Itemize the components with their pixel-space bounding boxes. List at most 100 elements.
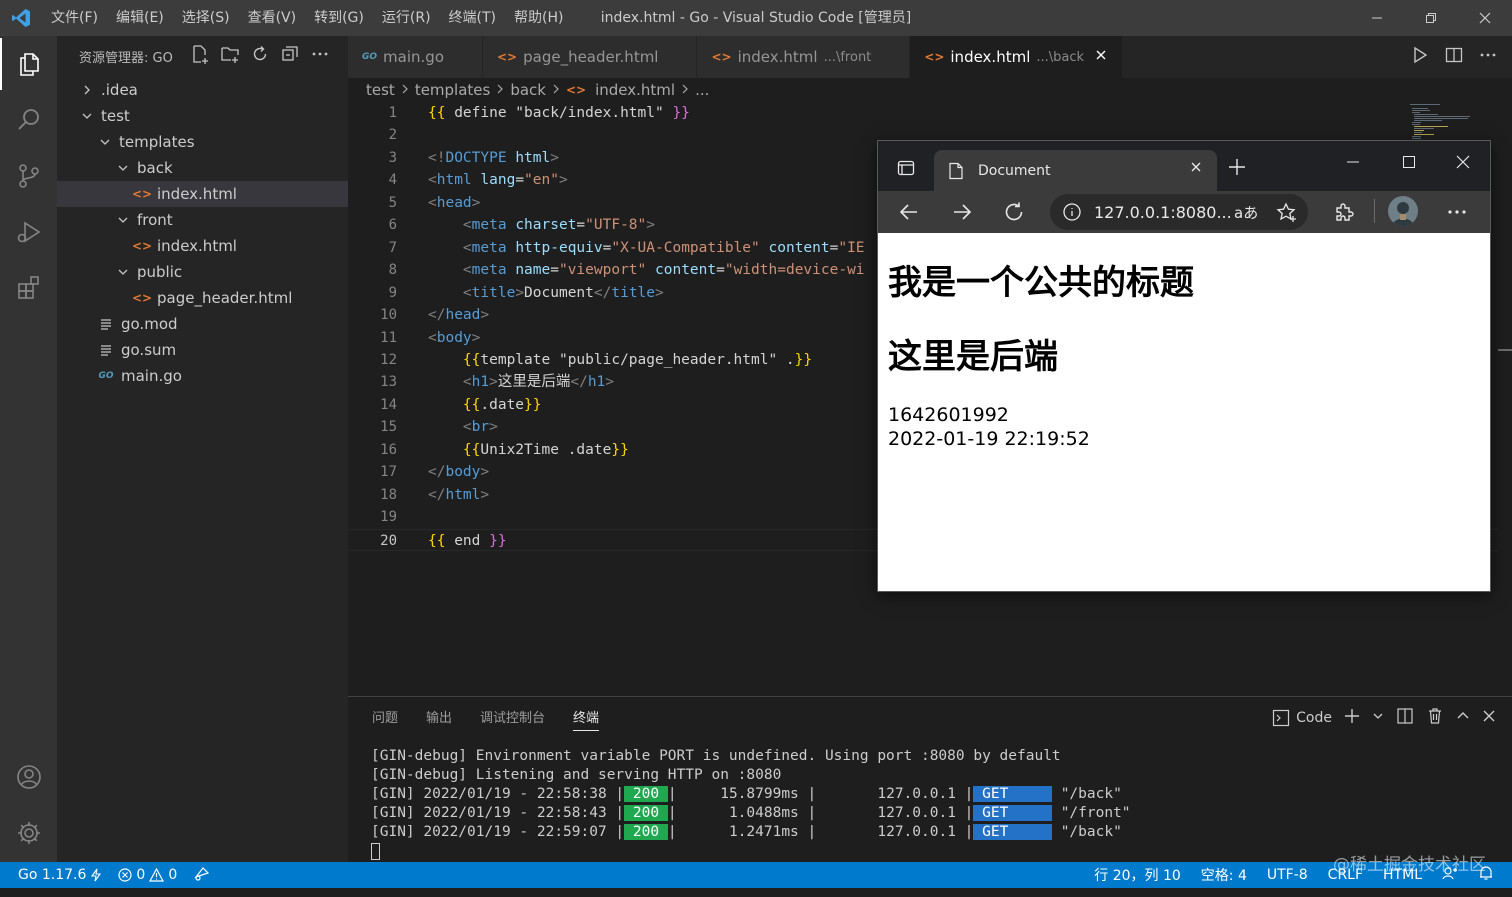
code-text: {{Unix2Time .date}} bbox=[428, 439, 629, 461]
code-token: {{ bbox=[428, 532, 446, 549]
tree-item[interactable]: templates bbox=[57, 129, 348, 155]
explorer-icon[interactable] bbox=[0, 38, 57, 90]
new-terminal-icon[interactable] bbox=[1344, 708, 1360, 728]
forward-arrow-icon[interactable] bbox=[951, 201, 973, 227]
menu-item[interactable]: 终端(T) bbox=[440, 0, 505, 36]
new-file-icon[interactable] bbox=[190, 44, 210, 68]
read-aloud-icon[interactable]: aあ bbox=[1234, 202, 1258, 223]
panel-tab[interactable]: 调试控制台 bbox=[480, 707, 545, 731]
source-control-icon[interactable] bbox=[0, 150, 57, 202]
panel-tab[interactable]: 输出 bbox=[426, 707, 452, 731]
editor-tab[interactable]: <> index.html ...\front bbox=[697, 36, 911, 78]
encoding[interactable]: UTF-8 bbox=[1267, 867, 1308, 883]
restore-icon[interactable] bbox=[1404, 0, 1458, 36]
split-editor-icon[interactable] bbox=[1444, 45, 1464, 69]
status-bar: Go 1.17.6 0 0 行 20，列 10 空格: 4 UTF-8 CRLF… bbox=[0, 862, 1512, 888]
split-terminal-icon[interactable] bbox=[1396, 707, 1414, 729]
tree-item[interactable]: public bbox=[57, 259, 348, 285]
breadcrumb-item[interactable]: back bbox=[510, 81, 546, 99]
problems-status[interactable]: 0 0 bbox=[118, 867, 177, 883]
extensions-icon[interactable] bbox=[0, 262, 57, 314]
tree-item[interactable]: <> page_header.html bbox=[57, 285, 348, 311]
extensions-puzzle-icon[interactable] bbox=[1333, 201, 1355, 227]
breadcrumb-item[interactable]: index.html bbox=[595, 81, 675, 99]
close-icon[interactable] bbox=[1458, 0, 1512, 36]
line-number: 7 bbox=[388, 239, 397, 256]
page-icon bbox=[949, 162, 963, 179]
code-line[interactable]: 1 {{ define "back/index.html" }} bbox=[348, 102, 1498, 124]
browser-maximize-icon[interactable] bbox=[1402, 155, 1416, 173]
menu-item[interactable]: 文件(F) bbox=[42, 0, 107, 36]
close-panel-icon[interactable] bbox=[1482, 709, 1496, 727]
new-tab-icon[interactable] bbox=[1228, 158, 1246, 180]
line-number: 15 bbox=[380, 419, 397, 436]
menu-item[interactable]: 编辑(E) bbox=[107, 0, 173, 36]
warning-icon bbox=[149, 868, 165, 882]
profile-avatar[interactable] bbox=[1388, 196, 1418, 226]
close-tab-icon[interactable] bbox=[1094, 48, 1108, 66]
tree-item[interactable]: go.mod bbox=[57, 311, 348, 337]
editor-scrollbar[interactable] bbox=[1498, 102, 1512, 694]
minimize-icon[interactable] bbox=[1350, 0, 1404, 36]
close-tab-icon[interactable] bbox=[1189, 160, 1203, 178]
tab-actions-icon[interactable] bbox=[896, 158, 916, 182]
editor-tab[interactable]: <> page_header.html bbox=[483, 36, 698, 78]
browser-close-icon[interactable] bbox=[1456, 155, 1470, 173]
browser-tab[interactable]: Document bbox=[934, 150, 1217, 191]
tree-item[interactable]: front bbox=[57, 207, 348, 233]
run-file-icon[interactable] bbox=[1410, 45, 1430, 69]
code-text: <meta charset="UTF-8"> bbox=[428, 214, 655, 236]
more-actions-icon[interactable] bbox=[1478, 45, 1498, 69]
indentation[interactable]: 空格: 4 bbox=[1201, 865, 1247, 885]
editor-tab[interactable]: <> index.html ...\back bbox=[910, 36, 1124, 78]
run-debug-icon[interactable] bbox=[0, 206, 57, 258]
breadcrumb-item[interactable]: templates bbox=[415, 81, 491, 99]
trash-icon[interactable] bbox=[1426, 707, 1444, 729]
browser-page-content: 我是一个公共的标题 这里是后端 1642601992 2022-01-19 22… bbox=[878, 233, 1490, 591]
address-bar[interactable]: 127.0.0.1:8080... aあ bbox=[1050, 194, 1308, 230]
terminal-request-line: [GIN] 2022/01/19 - 22:58:43 | 200 | 1.04… bbox=[371, 804, 1131, 823]
go-version-status[interactable]: Go 1.17.6 bbox=[18, 867, 102, 883]
account-icon[interactable] bbox=[0, 751, 57, 803]
browser-menu-icon[interactable] bbox=[1446, 201, 1468, 227]
more-actions-icon[interactable] bbox=[310, 44, 330, 68]
menu-item[interactable]: 转到(G) bbox=[305, 0, 373, 36]
menu-item[interactable]: 帮助(H) bbox=[505, 0, 572, 36]
menu-item[interactable]: 运行(R) bbox=[373, 0, 440, 36]
maximize-panel-icon[interactable] bbox=[1456, 709, 1470, 727]
panel-tab[interactable]: 终端 bbox=[573, 707, 600, 731]
reload-icon[interactable] bbox=[1003, 201, 1025, 227]
editor-tab[interactable]: GO main.go bbox=[348, 36, 483, 78]
tree-item[interactable]: GO main.go bbox=[57, 363, 348, 389]
tree-item[interactable]: .idea bbox=[57, 77, 348, 103]
tree-item[interactable]: go.sum bbox=[57, 337, 348, 363]
code-text: <!DOCTYPE html> bbox=[428, 147, 559, 169]
tree-item[interactable]: <> index.html bbox=[57, 233, 348, 259]
menu-item[interactable]: 查看(V) bbox=[239, 0, 306, 36]
cursor-position[interactable]: 行 20，列 10 bbox=[1094, 865, 1181, 885]
favorites-star-icon[interactable] bbox=[1276, 202, 1298, 228]
search-icon[interactable] bbox=[0, 94, 57, 146]
terminal-output[interactable]: [GIN-debug] Environment variable PORT is… bbox=[371, 747, 1131, 861]
terminal-icon[interactable]: Code bbox=[1272, 709, 1332, 727]
code-token: {{ bbox=[462, 441, 481, 458]
chevron-right-icon bbox=[400, 81, 410, 99]
tree-item[interactable]: back bbox=[57, 155, 348, 181]
code-token: html bbox=[436, 172, 472, 189]
breadcrumb-item[interactable]: ... bbox=[695, 81, 709, 99]
browser-minimize-icon[interactable] bbox=[1346, 155, 1360, 173]
menu-item[interactable]: 选择(S) bbox=[173, 0, 239, 36]
new-folder-icon[interactable] bbox=[220, 44, 240, 68]
chevron-down-icon[interactable] bbox=[1372, 710, 1384, 726]
panel-tab[interactable]: 问题 bbox=[372, 707, 398, 731]
settings-gear-icon[interactable] bbox=[0, 807, 57, 859]
breadcrumb-item[interactable]: test bbox=[366, 81, 395, 99]
live-share-icon[interactable] bbox=[193, 865, 211, 885]
refresh-icon[interactable] bbox=[250, 44, 270, 68]
tree-item[interactable]: test bbox=[57, 103, 348, 129]
minimap[interactable] bbox=[1400, 102, 1498, 142]
collapse-all-icon[interactable] bbox=[280, 44, 300, 68]
panel-actions: Code bbox=[1272, 707, 1496, 729]
tree-item[interactable]: <> index.html bbox=[57, 181, 348, 207]
back-arrow-icon[interactable] bbox=[898, 201, 920, 227]
